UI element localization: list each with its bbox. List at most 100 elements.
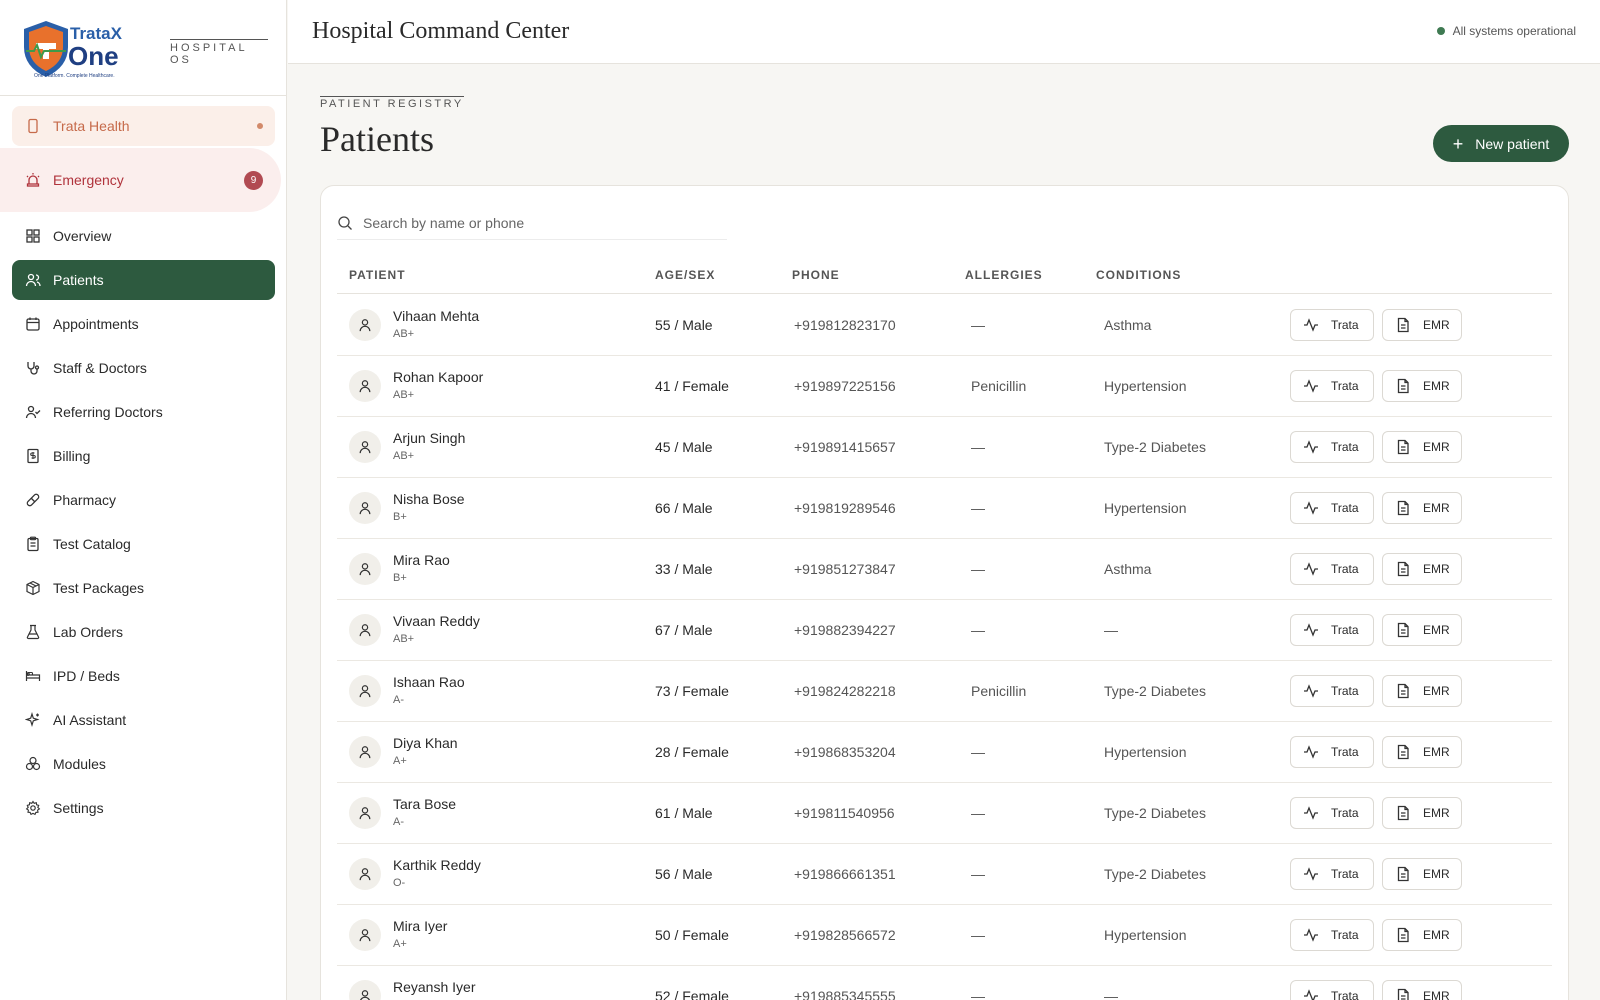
trata-button[interactable]: Trata (1290, 431, 1374, 463)
system-status: All systems operational (1436, 24, 1576, 38)
sidebar-item-referring-doctors[interactable]: Referring Doctors (12, 392, 275, 432)
table-row[interactable]: Tara Bose A- 61 / Male +919811540956 — T… (337, 783, 1552, 844)
trata-button[interactable]: Trata (1290, 309, 1374, 341)
table-row[interactable]: Vivaan Reddy AB+ 67 / Male +919882394227… (337, 600, 1552, 661)
sidebar-item-modules[interactable]: Modules (12, 744, 275, 784)
app-title: Hospital Command Center (312, 18, 570, 44)
avatar (349, 370, 381, 402)
sidebar-item-overview[interactable]: Overview (12, 216, 275, 256)
trata-button[interactable]: Trata (1290, 980, 1374, 1000)
document-icon (1397, 683, 1409, 699)
trata-button[interactable]: Trata (1290, 919, 1374, 951)
phone-number: +919868353204 (794, 744, 896, 760)
sidebar-item-label: Billing (53, 448, 91, 464)
trata-button[interactable]: Trata (1290, 858, 1374, 890)
patient-name[interactable]: Nisha Bose (393, 491, 465, 507)
patient-name[interactable]: Vivaan Reddy (393, 613, 480, 629)
emr-button[interactable]: EMR (1382, 736, 1462, 768)
trata-button[interactable]: Trata (1290, 736, 1374, 768)
phone-number: +919882394227 (794, 622, 896, 638)
trata-button[interactable]: Trata (1290, 553, 1374, 585)
conditions: Hypertension (1104, 744, 1187, 760)
emr-button[interactable]: EMR (1382, 797, 1462, 829)
emr-button[interactable]: EMR (1382, 370, 1462, 402)
document-icon (1397, 927, 1409, 943)
patient-name[interactable]: Karthik Reddy (393, 857, 481, 873)
table-row[interactable]: Arjun Singh AB+ 45 / Male +919891415657 … (337, 417, 1552, 478)
column-header-age-sex[interactable]: AGE/SEX (655, 268, 715, 282)
emr-button[interactable]: EMR (1382, 431, 1462, 463)
emr-button[interactable]: EMR (1382, 858, 1462, 890)
patient-name[interactable]: Tara Bose (393, 796, 456, 812)
allergies: — (971, 805, 985, 821)
sidebar-item-patients[interactable]: Patients (12, 260, 275, 300)
table-row[interactable]: Vihaan Mehta AB+ 55 / Male +919812823170… (337, 295, 1552, 356)
page-title: Patients (320, 119, 434, 159)
sidebar-item-trata-health[interactable]: Trata Health (12, 106, 275, 146)
table-row[interactable]: Reyansh Iyer 52 / Female +919885345555 —… (337, 966, 1552, 1000)
trata-button[interactable]: Trata (1290, 370, 1374, 402)
sidebar-item-billing[interactable]: Billing (12, 436, 275, 476)
allergies: — (971, 927, 985, 943)
column-header-patient[interactable]: PATIENT (349, 268, 406, 282)
table-row[interactable]: Rohan Kapoor AB+ 41 / Female +9198972251… (337, 356, 1552, 417)
new-patient-button[interactable]: + New patient (1433, 125, 1569, 162)
clipboard-icon (25, 536, 41, 552)
tratax-one-logo[interactable]: TrataX One One Platform. Complete Health… (18, 17, 140, 81)
conditions: Type-2 Diabetes (1104, 805, 1206, 821)
sidebar-item-settings[interactable]: Settings (12, 788, 275, 828)
table-row[interactable]: Diya Khan A+ 28 / Female +919868353204 —… (337, 722, 1552, 783)
column-header-conditions[interactable]: CONDITIONS (1096, 268, 1181, 282)
calendar-icon (25, 316, 41, 332)
document-icon (1397, 622, 1409, 638)
emr-button[interactable]: EMR (1382, 309, 1462, 341)
sidebar-item-emergency[interactable]: Emergency 9 (12, 160, 275, 200)
trata-button[interactable]: Trata (1290, 492, 1374, 524)
sidebar-item-ipd-beds[interactable]: IPD / Beds (12, 656, 275, 696)
patient-name[interactable]: Arjun Singh (393, 430, 465, 446)
trata-button[interactable]: Trata (1290, 797, 1374, 829)
column-header-phone[interactable]: PHONE (792, 268, 840, 282)
sidebar-item-ai-assistant[interactable]: AI Assistant (12, 700, 275, 740)
emr-button[interactable]: EMR (1382, 980, 1462, 1000)
patient-name[interactable]: Rohan Kapoor (393, 369, 483, 385)
activity-icon (1304, 684, 1318, 698)
trata-button[interactable]: Trata (1290, 614, 1374, 646)
activity-icon (1304, 562, 1318, 576)
emr-button[interactable]: EMR (1382, 553, 1462, 585)
emr-button[interactable]: EMR (1382, 614, 1462, 646)
patients-card: PATIENT AGE/SEX PHONE ALLERGIES CONDITIO… (320, 185, 1569, 1000)
patient-name[interactable]: Vihaan Mehta (393, 308, 479, 324)
sidebar-item-pharmacy[interactable]: Pharmacy (12, 480, 275, 520)
trata-button[interactable]: Trata (1290, 675, 1374, 707)
emr-button-label: EMR (1423, 745, 1450, 759)
sidebar-item-appointments[interactable]: Appointments (12, 304, 275, 344)
sidebar-item-test-packages[interactable]: Test Packages (12, 568, 275, 608)
avatar (349, 614, 381, 646)
sidebar-item-lab-orders[interactable]: Lab Orders (12, 612, 275, 652)
table-row[interactable]: Mira Rao B+ 33 / Male +919851273847 — As… (337, 539, 1552, 600)
column-header-allergies[interactable]: ALLERGIES (965, 268, 1043, 282)
patient-name[interactable]: Reyansh Iyer (393, 979, 475, 995)
sidebar-item-label: Test Catalog (53, 536, 131, 552)
patient-name[interactable]: Diya Khan (393, 735, 458, 751)
emr-button[interactable]: EMR (1382, 492, 1462, 524)
patient-name[interactable]: Mira Rao (393, 552, 450, 568)
emr-button[interactable]: EMR (1382, 675, 1462, 707)
patient-name[interactable]: Ishaan Rao (393, 674, 465, 690)
table-row[interactable]: Mira Iyer A+ 50 / Female +919828566572 —… (337, 905, 1552, 966)
sidebar-item-test-catalog[interactable]: Test Catalog (12, 524, 275, 564)
phone-number: +919811540956 (794, 805, 895, 821)
table-row[interactable]: Nisha Bose B+ 66 / Male +919819289546 — … (337, 478, 1552, 539)
user-icon (359, 746, 371, 759)
emr-button[interactable]: EMR (1382, 919, 1462, 951)
sidebar-item-label: Pharmacy (53, 492, 117, 508)
conditions: Type-2 Diabetes (1104, 866, 1206, 882)
search-input[interactable] (363, 214, 723, 231)
allergies: — (971, 744, 985, 760)
table-row[interactable]: Ishaan Rao A- 73 / Female +919824282218 … (337, 661, 1552, 722)
patient-name[interactable]: Mira Iyer (393, 918, 447, 934)
table-row[interactable]: Karthik Reddy O- 56 / Male +919866661351… (337, 844, 1552, 905)
document-icon (1397, 805, 1409, 821)
sidebar-item-staff-doctors[interactable]: Staff & Doctors (12, 348, 275, 388)
